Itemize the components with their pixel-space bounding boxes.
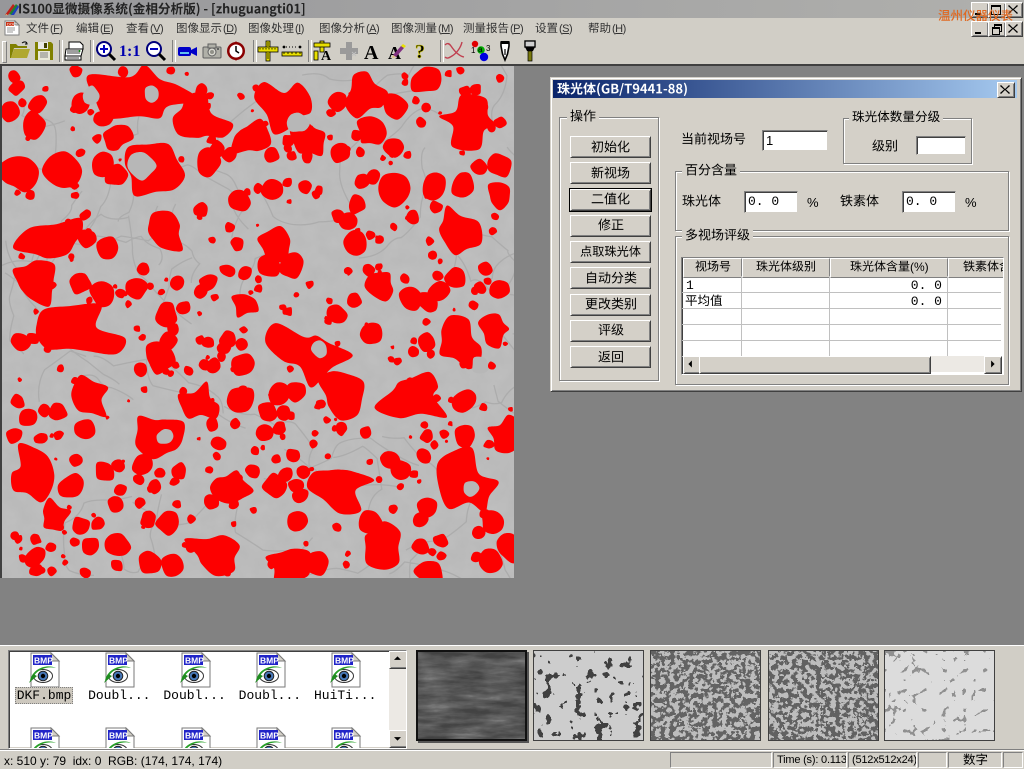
svg-text:BMP: BMP bbox=[260, 656, 279, 666]
svg-text:3: 3 bbox=[486, 44, 491, 53]
svg-text:a: a bbox=[478, 45, 483, 54]
svg-text:DOC: DOC bbox=[7, 22, 16, 27]
svg-text:BMP: BMP bbox=[260, 731, 279, 741]
svg-text:BMP: BMP bbox=[335, 656, 354, 666]
svg-text:BMP: BMP bbox=[109, 731, 128, 741]
svg-text:A: A bbox=[321, 49, 332, 63]
svg-text:BMP: BMP bbox=[109, 656, 128, 666]
svg-text:1: 1 bbox=[471, 46, 476, 55]
svg-text:BMP: BMP bbox=[34, 731, 53, 741]
svg-text:BMP: BMP bbox=[335, 731, 354, 741]
svg-text:1:1: 1:1 bbox=[119, 43, 140, 60]
svg-text:BMP: BMP bbox=[185, 656, 204, 666]
svg-text:?: ? bbox=[415, 41, 425, 63]
svg-text:BMP: BMP bbox=[185, 731, 204, 741]
svg-text:A: A bbox=[364, 42, 379, 63]
svg-text:BMP: BMP bbox=[34, 656, 53, 666]
